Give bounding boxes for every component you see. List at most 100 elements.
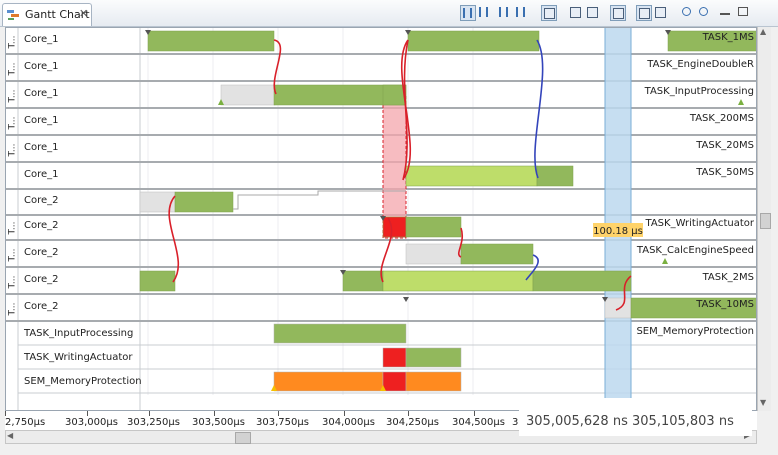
scroll-up-icon[interactable]: ▲ — [760, 27, 766, 36]
row-label: Core_2 — [24, 220, 59, 231]
row-separator — [6, 214, 756, 216]
task-name-label: TASK_10MS — [696, 299, 754, 310]
export-icon — [570, 7, 581, 18]
task-name-label: TASK_1MS — [702, 32, 754, 43]
gantt-chart-area[interactable]: 100.18 µs Core_1 TASK_1MS Core_1 TASK_Engin… — [5, 27, 757, 411]
axis-tick-mark — [214, 411, 215, 416]
export-alt-button[interactable] — [585, 5, 601, 21]
sem-row-label: TASK_InputProcessing — [24, 328, 134, 339]
zoom-in-button[interactable] — [680, 5, 696, 21]
row-label: Core_1 — [24, 169, 59, 180]
row-label: Core_1 — [24, 142, 59, 153]
semaphore-bar — [405, 371, 462, 392]
horizontal-scroll-thumb[interactable] — [235, 432, 251, 444]
axis-tick-label: 303,750µs — [256, 417, 309, 428]
axis-tick-label: 303,500µs — [192, 417, 245, 428]
row-separator — [6, 53, 756, 55]
group-label-text: T... — [7, 88, 18, 103]
task-bar — [460, 243, 534, 265]
group-label-text: T... — [7, 301, 18, 316]
gantt-chart-icon — [7, 10, 19, 20]
tab-bar: Gantt Chart ✕ — [0, 0, 778, 27]
row-separator — [6, 188, 756, 190]
axis-tick-mark — [408, 411, 409, 416]
export-alt-icon — [587, 7, 598, 18]
cursor-b-timestamp: 305,105,803 ns — [632, 414, 734, 429]
axis-tick-mark — [474, 411, 475, 416]
group-label-text: T... — [7, 34, 18, 49]
task-name-label: TASK_InputProcessing — [644, 86, 754, 97]
axis-tick-label: 303,000µs — [65, 417, 118, 428]
task-bar — [532, 270, 632, 292]
semaphore-bar — [273, 323, 407, 344]
group-label: SEM_Memo... — [6, 322, 18, 395]
sort-up-alt-icon — [499, 7, 508, 17]
group-label: T... — [6, 109, 18, 136]
axis-tick-label: 304,000µs — [322, 417, 375, 428]
scroll-left-icon[interactable]: ◀ — [7, 431, 13, 440]
row-separator — [6, 107, 756, 109]
row-label: Core_2 — [24, 274, 59, 285]
row-label: Core_1 — [24, 61, 59, 72]
task-name-label: TASK_20MS — [696, 140, 754, 151]
tab-gantt-chart[interactable]: Gantt Chart ✕ — [2, 3, 92, 26]
row-label: Core_1 — [24, 88, 59, 99]
axis-tick-mark — [5, 411, 6, 416]
sort-down-icon — [516, 7, 525, 17]
settings-icon — [655, 7, 666, 18]
task-name-label: TASK_50MS — [696, 167, 754, 178]
task-bar — [405, 216, 462, 238]
row-label: Core_2 — [24, 247, 59, 258]
task-bar — [147, 30, 275, 52]
cursor-a-timestamp: 305,005,628 ns — [526, 414, 628, 429]
task-bar — [405, 243, 462, 265]
sem-row-label: SEM_MemoryProtection — [24, 376, 142, 387]
task-bar — [220, 84, 276, 106]
sort-up-icon — [479, 7, 488, 17]
semaphore-bar — [405, 347, 462, 368]
zoom-out-icon — [699, 7, 708, 16]
fit-icon — [544, 8, 555, 19]
group-label: T... — [6, 82, 18, 109]
zoom-out-button[interactable] — [697, 5, 713, 21]
task-name-label: TASK_EngineDoubleR — [647, 59, 754, 70]
overview-button[interactable] — [636, 5, 652, 21]
group-label: TASK_5... — [6, 163, 18, 214]
task-bar — [382, 216, 407, 238]
settings-button[interactable] — [653, 5, 669, 21]
sem-name-label: SEM_MemoryProtection — [636, 326, 754, 337]
group-label-text: T... — [7, 247, 18, 262]
maximize-button[interactable] — [736, 5, 752, 21]
row-separator — [6, 239, 756, 241]
group-label: T... — [6, 268, 18, 295]
row-label: Core_1 — [24, 34, 59, 45]
sort-down-button[interactable] — [514, 5, 530, 21]
delta-label: 100.18 µs — [593, 226, 643, 237]
sort-button[interactable] — [460, 5, 476, 21]
task-bar — [536, 165, 574, 187]
minimize-icon — [720, 7, 730, 15]
cursor-button[interactable] — [610, 5, 626, 21]
task-bar — [405, 165, 538, 187]
scroll-down-icon[interactable]: ▼ — [760, 398, 766, 407]
close-icon[interactable]: ✕ — [79, 7, 88, 20]
minimize-button[interactable] — [718, 5, 734, 21]
export-button[interactable] — [568, 5, 584, 21]
blocked-highlight — [383, 94, 406, 238]
fit-button[interactable] — [541, 5, 557, 21]
sem-row-label: TASK_WritingActuator — [24, 352, 133, 363]
group-label-text: T... — [7, 142, 18, 157]
group-label: T... — [6, 214, 18, 241]
vertical-scroll-thumb[interactable] — [760, 213, 771, 229]
vertical-scrollbar[interactable]: ▲ ▼ — [757, 27, 771, 411]
task-bar — [604, 297, 632, 319]
task-bar — [342, 270, 384, 292]
zoom-in-icon — [682, 7, 691, 16]
sort-up-button[interactable] — [477, 5, 493, 21]
axis-tick-label: 303,250µs — [127, 417, 180, 428]
axis-tick-mark — [87, 411, 88, 416]
sort-up-alt-button[interactable] — [497, 5, 513, 21]
group-label-text: T... — [7, 274, 18, 289]
row-label: Core_2 — [24, 301, 59, 312]
task-bar — [407, 30, 540, 52]
